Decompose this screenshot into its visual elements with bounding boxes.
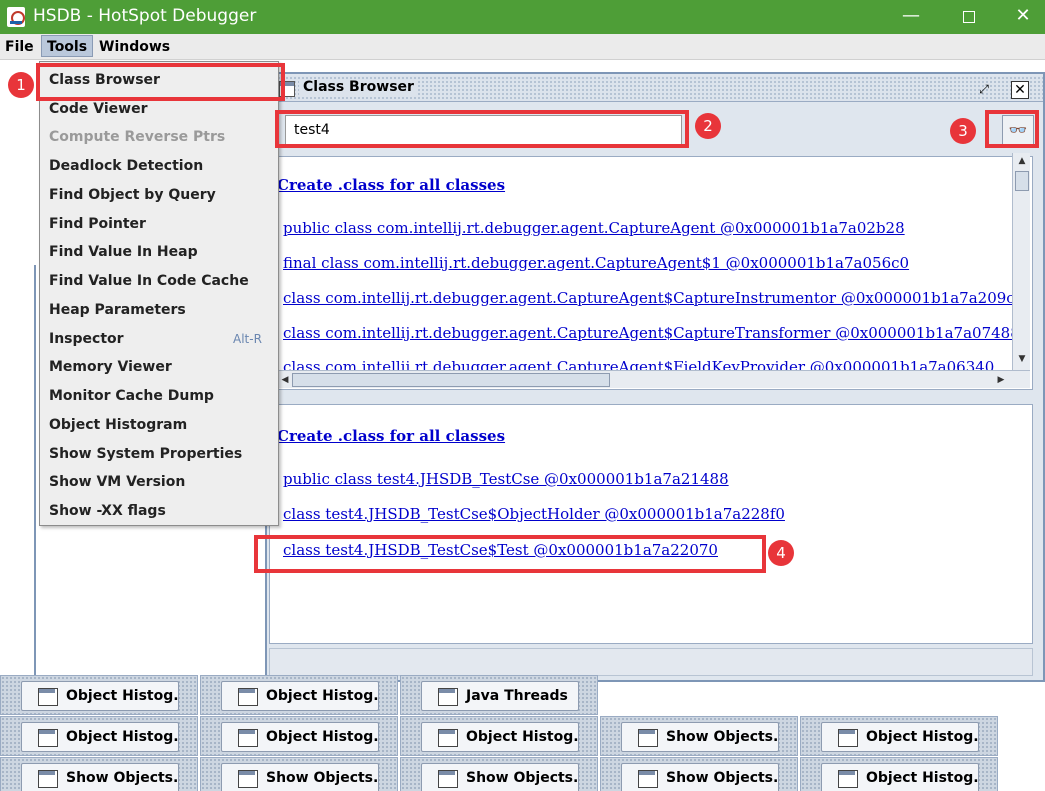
menu-item-label: Deadlock Detection — [49, 158, 204, 174]
minimized-frame: Object Histog... — [0, 716, 198, 756]
annotation-badge-2: 2 — [695, 113, 721, 139]
scroll-left-icon[interactable]: ◀ — [278, 373, 292, 387]
menu-item-show-system-properties[interactable]: Show System Properties — [41, 440, 277, 468]
menu-item-label: Monitor Cache Dump — [49, 388, 214, 404]
minimized-frame-button[interactable]: Object Histog... — [821, 722, 979, 752]
vertical-scroll-thumb[interactable] — [1015, 171, 1029, 191]
menu-item-label: Compute Reverse Ptrs — [49, 129, 226, 145]
minimized-frame: Object Histog... — [200, 675, 398, 715]
menu-item-label: Find Value In Heap — [49, 244, 198, 260]
class-link[interactable]: class com.intellij.rt.debugger.agent.Cap… — [283, 358, 994, 370]
vertical-scrollbar[interactable]: ▲ ▼ — [1012, 153, 1030, 370]
menu-item-show-vm-version[interactable]: Show VM Version — [41, 468, 277, 496]
minimized-frame: Show Objects... — [200, 757, 398, 791]
minimized-frame: Object Histog... — [0, 675, 198, 715]
minimized-frame: Show Objects... — [400, 757, 598, 791]
horizontal-scroll-thumb[interactable] — [292, 373, 610, 387]
minimized-frame: Show Objects... — [0, 757, 198, 791]
menu-item-compute-reverse-ptrs: Compute Reverse Ptrs — [41, 123, 277, 151]
menu-item-label: Heap Parameters — [49, 302, 186, 318]
menu-accelerator: Alt-R — [233, 332, 262, 346]
annotation-box-3 — [985, 110, 1039, 148]
minimized-frame: Object Histog... — [400, 716, 598, 756]
class-link[interactable]: class com.intellij.rt.debugger.agent.Cap… — [283, 324, 1020, 342]
maximize-button[interactable] — [946, 0, 992, 34]
menu-item-label: Show VM Version — [49, 474, 186, 490]
minimized-frame-button[interactable]: Object Histog... — [221, 722, 379, 752]
menu-item-label: Find Object by Query — [49, 187, 216, 203]
horizontal-scrollbar[interactable]: ◀ ▶ — [278, 370, 1030, 388]
menu-item-label: Memory Viewer — [49, 359, 172, 375]
minimized-frame-button[interactable]: Object Histog... — [221, 681, 379, 711]
minimized-frame: Object Histog... — [800, 757, 998, 791]
class-link[interactable]: public class com.intellij.rt.debugger.ag… — [283, 219, 905, 237]
restore-icon[interactable]: ⤢ — [975, 81, 993, 99]
menu-item-memory-viewer[interactable]: Memory Viewer — [41, 353, 277, 381]
minimized-frame-button[interactable]: Java Threads — [421, 681, 579, 711]
title-bar: HSDB - HotSpot Debugger — ✕ — [0, 0, 1045, 34]
minimized-frame: Show Objects... — [600, 716, 798, 756]
minimized-frame-button[interactable]: Show Objects... — [621, 722, 779, 752]
maximize-icon — [963, 11, 975, 23]
minimized-frame: Object Histog... — [200, 716, 398, 756]
menu-windows[interactable]: Windows — [94, 36, 175, 58]
minimize-button[interactable]: — — [888, 0, 934, 34]
menu-item-find-value-in-code-cache[interactable]: Find Value In Code Cache — [41, 267, 277, 295]
annotation-box-1 — [36, 63, 285, 101]
annotation-badge-1: 1 — [8, 72, 34, 98]
menu-item-inspector[interactable]: Inspector Alt-R — [41, 325, 277, 353]
annotation-box-2 — [275, 110, 689, 148]
java-app-icon — [7, 7, 25, 27]
menu-item-deadlock-detection[interactable]: Deadlock Detection — [41, 152, 277, 180]
menu-item-label: Show -XX flags — [49, 503, 166, 519]
minimized-frame-button[interactable]: Object Histog... — [21, 722, 179, 752]
menu-file[interactable]: File — [0, 36, 39, 58]
status-area — [269, 648, 1033, 676]
menu-item-label: Find Pointer — [49, 216, 146, 232]
class-link[interactable]: final class com.intellij.rt.debugger.age… — [283, 254, 909, 272]
close-frame-button[interactable]: ✕ — [1011, 81, 1029, 99]
minimized-frame: Show Objects... — [600, 757, 798, 791]
annotation-badge-3: 3 — [950, 118, 976, 144]
menu-item-object-histogram[interactable]: Object Histogram — [41, 411, 277, 439]
scroll-down-icon[interactable]: ▼ — [1016, 353, 1028, 365]
scroll-up-icon[interactable]: ▲ — [1016, 155, 1028, 167]
menu-item-label: Object Histogram — [49, 417, 188, 433]
menu-item-label: Find Value In Code Cache — [49, 273, 249, 289]
create-class-link-top[interactable]: Create .class for all classes — [277, 176, 505, 194]
annotation-box-4 — [254, 535, 766, 573]
minimized-frame-button[interactable]: Show Objects... — [21, 763, 179, 791]
tools-dropdown-menu: Class Browser Code Viewer Compute Revers… — [39, 61, 279, 526]
menu-item-show-xx-flags[interactable]: Show -XX flags — [41, 497, 277, 525]
minimized-frame-button[interactable]: Show Objects... — [421, 763, 579, 791]
minimized-frame-button[interactable]: Show Objects... — [621, 763, 779, 791]
class-browser-title: Class Browser — [299, 79, 418, 95]
window-title: HSDB - HotSpot Debugger — [33, 6, 257, 26]
annotation-badge-4: 4 — [768, 540, 794, 566]
minimized-frame-button[interactable]: Object Histog... — [21, 681, 179, 711]
class-link[interactable]: public class test4.JHSDB_TestCse @0x0000… — [283, 470, 729, 488]
menu-item-monitor-cache-dump[interactable]: Monitor Cache Dump — [41, 382, 277, 410]
menu-bar: File Tools Windows — [0, 34, 1045, 60]
scroll-right-icon[interactable]: ▶ — [994, 373, 1008, 387]
menu-item-find-value-in-heap[interactable]: Find Value In Heap — [41, 238, 277, 266]
minimized-frame-button[interactable]: Object Histog... — [421, 722, 579, 752]
create-class-link-bottom[interactable]: Create .class for all classes — [277, 427, 505, 445]
class-browser-titlebar[interactable]: Class Browser ⤢ ✕ — [269, 76, 1043, 102]
class-link[interactable]: class test4.JHSDB_TestCse$ObjectHolder @… — [283, 505, 785, 523]
class-link[interactable]: class com.intellij.rt.debugger.agent.Cap… — [283, 289, 1024, 307]
minimized-frame-button[interactable]: Object Histog... — [821, 763, 979, 791]
close-window-button[interactable]: ✕ — [1000, 0, 1045, 34]
menu-item-heap-parameters[interactable]: Heap Parameters — [41, 296, 277, 324]
menu-tools[interactable]: Tools — [41, 35, 94, 57]
menu-item-find-object-by-query[interactable]: Find Object by Query — [41, 181, 277, 209]
minimized-frame-button[interactable]: Show Objects... — [221, 763, 379, 791]
menu-item-label: Show System Properties — [49, 446, 243, 462]
menu-item-label: Inspector — [49, 331, 124, 347]
menu-item-find-pointer[interactable]: Find Pointer — [41, 210, 277, 238]
minimized-frame: Object Histog... — [800, 716, 998, 756]
minimized-frame: Java Threads — [400, 675, 598, 715]
menu-item-label: Code Viewer — [49, 101, 148, 117]
